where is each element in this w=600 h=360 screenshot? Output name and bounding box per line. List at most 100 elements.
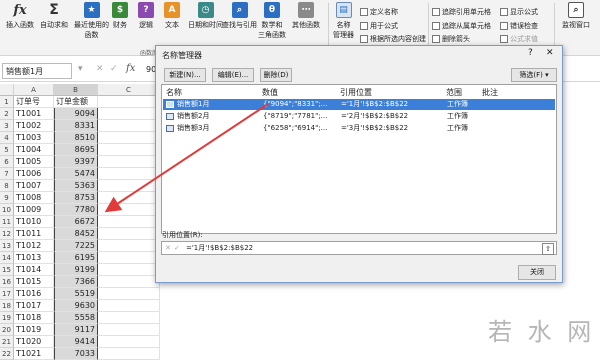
- row-header[interactable]: 3: [0, 120, 14, 132]
- cell-order-id[interactable]: T1007: [14, 180, 54, 192]
- row-header[interactable]: 6: [0, 156, 14, 168]
- cell-empty[interactable]: [98, 288, 160, 300]
- cell-empty[interactable]: [98, 192, 160, 204]
- cell-empty[interactable]: [98, 312, 160, 324]
- cell-empty[interactable]: [98, 264, 160, 276]
- cell-order-id[interactable]: T1015: [14, 276, 54, 288]
- cell-order-id[interactable]: T1009: [14, 204, 54, 216]
- cell-order-amount[interactable]: 5474: [54, 168, 98, 180]
- row-header[interactable]: 9: [0, 192, 14, 204]
- cancel-icon[interactable]: ✕: [96, 64, 104, 74]
- show-formulas-button[interactable]: 显示公式: [500, 7, 538, 17]
- cell-order-amount[interactable]: 8695: [54, 144, 98, 156]
- cell-order-amount[interactable]: 9094: [54, 108, 98, 120]
- filter-button[interactable]: 筛选(F) ▾: [511, 68, 557, 82]
- cell-order-amount[interactable]: 8452: [54, 228, 98, 240]
- cell-empty[interactable]: [98, 300, 160, 312]
- row-header[interactable]: 11: [0, 216, 14, 228]
- cell-order-amount[interactable]: 7366: [54, 276, 98, 288]
- cell-order-amount[interactable]: 5363: [54, 180, 98, 192]
- cell-empty[interactable]: [98, 120, 160, 132]
- datetime-button[interactable]: ◷ 日期和时间: [188, 2, 223, 30]
- row-header[interactable]: 4: [0, 132, 14, 144]
- cell-order-amount[interactable]: 5558: [54, 312, 98, 324]
- name-list-row[interactable]: 销售额2月 {"8719";"7781";... ='2月'!$B$2:$B$22 工…: [163, 111, 555, 122]
- cell-order-id[interactable]: T1020: [14, 336, 54, 348]
- cell-order-amount[interactable]: 9117: [54, 324, 98, 336]
- cell-order-id[interactable]: T1017: [14, 300, 54, 312]
- create-from-selection-button[interactable]: 根据所选内容创建: [360, 34, 426, 44]
- cell-order-amount[interactable]: 9199: [54, 264, 98, 276]
- cell-order-id[interactable]: T1001: [14, 108, 54, 120]
- select-all-corner[interactable]: [0, 84, 14, 96]
- trace-precedents-button[interactable]: 追踪引用单元格: [432, 7, 491, 17]
- close-icon[interactable]: ✕: [546, 48, 554, 58]
- enter-icon[interactable]: ✓: [110, 64, 118, 74]
- cell-order-id[interactable]: T1003: [14, 132, 54, 144]
- help-button[interactable]: ?: [528, 48, 533, 58]
- fx-icon[interactable]: fx: [126, 63, 135, 74]
- cell-empty[interactable]: [98, 180, 160, 192]
- cell-empty[interactable]: [98, 132, 160, 144]
- cell-order-id[interactable]: T1006: [14, 168, 54, 180]
- cell-order-amount[interactable]: 7780: [54, 204, 98, 216]
- cell-empty[interactable]: [98, 168, 160, 180]
- more-functions-button[interactable]: ⋯ 其他函数: [292, 2, 320, 30]
- name-manager-button[interactable]: ▤ 名称 管理器: [333, 2, 354, 40]
- row-header[interactable]: 20: [0, 324, 14, 336]
- name-list-row[interactable]: 销售额3月 {"6258";"6914";... ='3月'!$B$2:$B$22 工…: [163, 123, 555, 134]
- names-list[interactable]: 名称 数值 引用位置 范围 批注 销售额1月 {"9094";"8331";...…: [161, 84, 557, 234]
- enter-icon[interactable]: ✓: [174, 242, 180, 254]
- row-header[interactable]: 21: [0, 336, 14, 348]
- row-header[interactable]: 2: [0, 108, 14, 120]
- cell-order-id[interactable]: T1012: [14, 240, 54, 252]
- cell-order-id[interactable]: T1011: [14, 228, 54, 240]
- cell-order-id[interactable]: T1013: [14, 252, 54, 264]
- financial-button[interactable]: $ 财务: [112, 2, 128, 30]
- name-list-row[interactable]: 销售额1月 {"9094";"8331";... ='1月'!$B$2:$B$22 工…: [163, 99, 555, 110]
- cell-order-amount[interactable]: 8331: [54, 120, 98, 132]
- ref-input[interactable]: ✕ ✓ ='1月'!$B$2:$B$22 ⇧: [161, 241, 557, 255]
- use-in-formula-button[interactable]: 用于公式: [360, 21, 398, 31]
- cell-order-amount[interactable]: 5519: [54, 288, 98, 300]
- collapse-icon[interactable]: ⇧: [542, 243, 554, 255]
- cell-order-id[interactable]: T1005: [14, 156, 54, 168]
- cell-order-amount[interactable]: 6195: [54, 252, 98, 264]
- column-header-c[interactable]: C: [98, 84, 160, 96]
- recent-functions-button[interactable]: ★ 最近使用的 函数: [74, 2, 109, 40]
- cell-order-id[interactable]: T1002: [14, 120, 54, 132]
- name-box[interactable]: 销售额1月: [2, 63, 72, 79]
- define-name-button[interactable]: 定义名称: [360, 7, 398, 17]
- cell-order-id[interactable]: T1014: [14, 264, 54, 276]
- evaluate-formula-button[interactable]: 公式求值: [500, 34, 538, 44]
- cell-order-amount[interactable]: 9397: [54, 156, 98, 168]
- cell-order-id[interactable]: T1016: [14, 288, 54, 300]
- text-button[interactable]: A 文本: [164, 2, 180, 30]
- cell-order-id[interactable]: T1008: [14, 192, 54, 204]
- row-header[interactable]: 12: [0, 228, 14, 240]
- cell-empty[interactable]: [98, 324, 160, 336]
- trace-dependents-button[interactable]: 追踪从属单元格: [432, 21, 491, 31]
- new-button[interactable]: 新建(N)...: [164, 68, 206, 82]
- cell-empty[interactable]: [98, 96, 160, 108]
- column-header-a[interactable]: A: [14, 84, 54, 96]
- header-order-id[interactable]: 订单号: [14, 96, 54, 108]
- watch-window-button[interactable]: ⌕ 监视窗口: [562, 2, 590, 30]
- cell-empty[interactable]: [98, 156, 160, 168]
- cell-order-id[interactable]: T1010: [14, 216, 54, 228]
- row-header[interactable]: 17: [0, 288, 14, 300]
- lookup-button[interactable]: ⌕ 查找与引用: [222, 2, 257, 30]
- column-header-b[interactable]: B: [54, 84, 98, 96]
- row-header[interactable]: 1: [0, 96, 14, 108]
- cell-order-id[interactable]: T1004: [14, 144, 54, 156]
- cell-empty[interactable]: [98, 240, 160, 252]
- cell-order-id[interactable]: T1021: [14, 348, 54, 360]
- cell-order-amount[interactable]: 7033: [54, 348, 98, 360]
- name-box-dropdown-icon[interactable]: ▾: [78, 64, 83, 74]
- cell-order-amount[interactable]: 8510: [54, 132, 98, 144]
- cell-empty[interactable]: [98, 276, 160, 288]
- row-header[interactable]: 10: [0, 204, 14, 216]
- row-header[interactable]: 14: [0, 252, 14, 264]
- row-header[interactable]: 22: [0, 348, 14, 360]
- row-header[interactable]: 13: [0, 240, 14, 252]
